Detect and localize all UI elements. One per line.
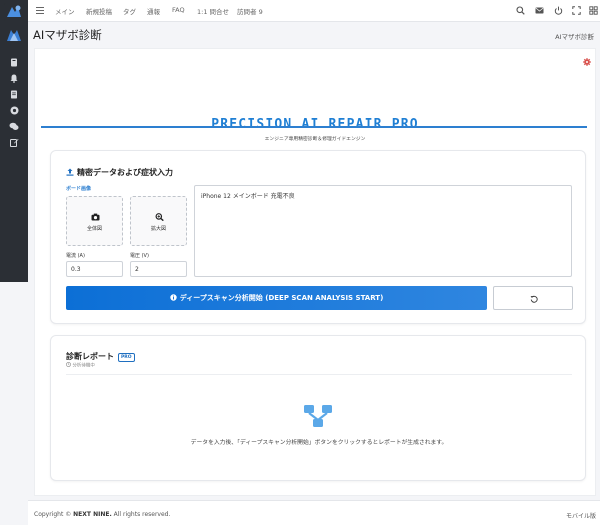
report-status-text: 分析待機中 bbox=[72, 363, 95, 369]
board-image-label: ボード画像 bbox=[66, 186, 92, 192]
input-card-title: 精密データおよび症状入力 bbox=[66, 167, 173, 178]
copyright-text: Copyright © NEXT NINE. All rights reserv… bbox=[34, 511, 170, 518]
voltage-label: 電圧 (V) bbox=[130, 253, 149, 259]
symptom-textarea[interactable]: iPhone 12 メインボード 充電不良 bbox=[194, 185, 572, 277]
report-divider bbox=[66, 374, 572, 375]
hamburger-menu-icon[interactable] bbox=[36, 6, 44, 15]
gear-icon[interactable] bbox=[583, 58, 591, 66]
help-circle-icon[interactable] bbox=[9, 106, 19, 116]
upload-icon bbox=[66, 168, 74, 176]
hero-banner: PRECISION AI REPAIR PRO エンジニア専用精密診断＆修理ガイ… bbox=[41, 77, 589, 155]
copyright-brand[interactable]: NEXT NINE. bbox=[73, 511, 112, 518]
nav-item-inquiry[interactable]: 1:1 問合せ bbox=[197, 6, 229, 16]
nav-item-tags[interactable]: タグ bbox=[123, 6, 136, 16]
voltage-input[interactable]: 2 bbox=[130, 261, 187, 277]
info-circle-icon bbox=[170, 294, 177, 301]
copyright-prefix: Copyright © bbox=[34, 511, 74, 518]
report-empty-message: データを入力後、「ディープスキャン分析開始」ボタンをクリックするとレポートが生成… bbox=[190, 440, 448, 446]
page-title: AIマザボ診断 bbox=[33, 28, 102, 42]
nav-item-visitors[interactable]: 訪問者 9 bbox=[237, 6, 263, 16]
chat-icon[interactable] bbox=[9, 122, 19, 132]
input-card: 精密データおよび症状入力 ボード画像 全体図 拡大図 電流 (A) 0.3 電圧… bbox=[50, 150, 586, 324]
full-view-upload[interactable]: 全体図 bbox=[66, 196, 123, 246]
report-status: 分析待機中 bbox=[66, 362, 95, 369]
mail-icon[interactable] bbox=[535, 6, 544, 15]
nav-item-faq[interactable]: FAQ bbox=[172, 6, 185, 14]
zoom-in-icon bbox=[155, 213, 164, 221]
current-input[interactable]: 0.3 bbox=[66, 261, 123, 277]
camera-icon bbox=[91, 213, 100, 221]
report-card: 診断レポート PRO 分析待機中 データを入力後、「ディープスキャン分析開始」ボタ… bbox=[50, 335, 586, 481]
document-icon[interactable] bbox=[9, 90, 19, 100]
deep-scan-button[interactable]: ディープスキャン分析開始 (DEEP SCAN ANALYSIS START) bbox=[66, 286, 487, 310]
top-navbar: メイン 新規投稿 タグ 通報 FAQ 1:1 問合せ 訪問者 9 bbox=[28, 0, 600, 22]
hero-divider bbox=[41, 126, 587, 128]
deep-scan-button-label: ディープスキャン分析開始 (DEEP SCAN ANALYSIS START) bbox=[179, 294, 384, 302]
sitemap-icon bbox=[304, 405, 332, 427]
copyright-suffix: All rights reserved. bbox=[111, 511, 171, 518]
site-logo-icon[interactable] bbox=[4, 3, 24, 21]
nav-item-report[interactable]: 通報 bbox=[147, 6, 160, 16]
undo-icon bbox=[530, 295, 538, 303]
breadcrumb[interactable]: AIマザボ診断 bbox=[555, 31, 594, 41]
zoom-view-label: 拡大図 bbox=[150, 226, 166, 232]
pro-badge: PRO bbox=[118, 353, 135, 362]
edit-icon[interactable] bbox=[9, 138, 19, 148]
power-icon[interactable] bbox=[554, 6, 563, 15]
main-container: PRECISION AI REPAIR PRO エンジニア専用精密診断＆修理ガイ… bbox=[34, 48, 596, 496]
sidebar bbox=[0, 0, 28, 282]
hero-title: PRECISION AI REPAIR PRO bbox=[211, 117, 419, 132]
full-view-label: 全体図 bbox=[86, 226, 102, 232]
menu-board-icon[interactable] bbox=[9, 58, 19, 68]
nav-item-new-post[interactable]: 新規投稿 bbox=[86, 6, 112, 16]
report-card-title: 診断レポート PRO bbox=[66, 351, 135, 362]
nav-item-main[interactable]: メイン bbox=[55, 6, 75, 16]
reset-button[interactable] bbox=[493, 286, 573, 310]
footer: Copyright © NEXT NINE. All rights reserv… bbox=[28, 500, 600, 525]
fullscreen-icon[interactable] bbox=[572, 6, 581, 15]
mobile-version-link[interactable]: モバイル版 bbox=[566, 511, 596, 520]
report-title-text: 診断レポート bbox=[66, 352, 114, 361]
zoom-view-upload[interactable]: 拡大図 bbox=[130, 196, 187, 246]
hero-subtitle: エンジニア専用精密診断＆修理ガイドエンジン bbox=[264, 137, 366, 142]
current-label: 電流 (A) bbox=[66, 253, 85, 259]
grid-apps-icon[interactable] bbox=[589, 6, 598, 15]
profile-logo-icon[interactable] bbox=[5, 27, 23, 43]
search-icon[interactable] bbox=[516, 6, 525, 15]
input-card-title-text: 精密データおよび症状入力 bbox=[77, 168, 173, 177]
clock-icon bbox=[66, 362, 71, 367]
bell-icon[interactable] bbox=[9, 74, 19, 84]
